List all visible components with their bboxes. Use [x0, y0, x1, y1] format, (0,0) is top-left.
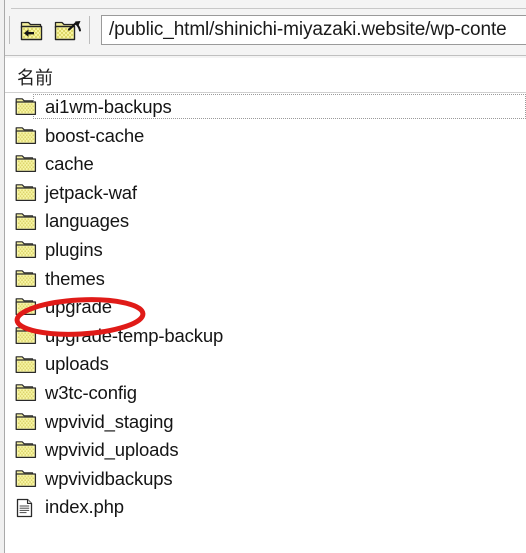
folder-icon — [15, 326, 37, 346]
file-list-row-label: cache — [45, 153, 94, 175]
folder-icon — [15, 297, 37, 317]
file-list-row[interactable]: boost-cache — [5, 122, 526, 151]
toolbar-separator-left — [9, 16, 10, 44]
file-list-row-label: jetpack-waf — [45, 181, 137, 203]
folder-icon — [15, 440, 37, 460]
folder-icon — [15, 154, 37, 174]
folder-icon — [15, 240, 37, 260]
file-list-row-label: wpvivid_uploads — [45, 439, 179, 461]
path-input-value: /public_html/shinichi-miyazaki.website/w… — [109, 19, 507, 40]
folder-icon — [15, 469, 37, 489]
path-input[interactable]: /public_html/shinichi-miyazaki.website/w… — [101, 15, 526, 45]
toolbar-separator-right — [89, 16, 90, 44]
file-list-row[interactable]: w3tc-config — [5, 379, 526, 408]
file-list-row-label: boost-cache — [45, 124, 145, 146]
file-list-row[interactable]: uploads — [5, 350, 526, 379]
file-list-row-label: upgrade — [45, 296, 112, 318]
folder-icon — [15, 355, 37, 375]
folder-icon — [15, 269, 37, 289]
file-list-row[interactable]: ai1wm-backups — [5, 93, 526, 122]
file-icon — [15, 498, 37, 518]
file-list-row-label: ai1wm-backups — [45, 96, 172, 118]
file-list-row-label: index.php — [45, 496, 124, 518]
file-list-row[interactable]: cache — [5, 150, 526, 179]
toolbar: /public_html/shinichi-miyazaki.website/w… — [5, 0, 526, 58]
folder-icon — [15, 412, 37, 432]
file-list-row[interactable]: wpvivid_uploads — [5, 436, 526, 465]
folder-icon — [15, 97, 37, 117]
file-list-row[interactable]: wpvivid_staging — [5, 408, 526, 437]
file-list-row-label: plugins — [45, 239, 103, 261]
file-list-row[interactable]: plugins — [5, 236, 526, 265]
file-list-row[interactable]: upgrade — [5, 293, 526, 322]
file-list-row[interactable]: upgrade-temp-backup — [5, 322, 526, 351]
file-list-row-label: wpvividbackups — [45, 467, 173, 489]
folder-icon — [15, 183, 37, 203]
column-header-name[interactable]: 名前 — [17, 64, 53, 90]
file-list-row[interactable]: jetpack-waf — [5, 179, 526, 208]
folder-icon — [15, 126, 37, 146]
file-list-row[interactable]: languages — [5, 207, 526, 236]
file-list-row-label: wpvivid_staging — [45, 410, 174, 432]
toolbar-bottom-divider — [5, 55, 526, 56]
column-header-row: 名前 — [5, 58, 526, 93]
folder-icon — [15, 383, 37, 403]
file-list-row-label: upgrade-temp-backup — [45, 324, 224, 346]
file-list-row[interactable]: index.php — [5, 493, 526, 522]
file-list-panel: 名前 ai1wm-backups boost-cache cache jetpack-… — [5, 58, 526, 553]
file-list-row-label: themes — [45, 267, 105, 289]
file-list-row[interactable]: wpvividbackups — [5, 465, 526, 494]
folder-new-icon — [54, 20, 82, 42]
file-list-row-label: uploads — [45, 353, 109, 375]
file-list-rows: ai1wm-backups boost-cache cache jetpack-waf… — [5, 93, 526, 522]
file-list-row[interactable]: themes — [5, 265, 526, 294]
new-folder-button[interactable] — [53, 19, 83, 43]
file-browser-window: /public_html/shinichi-miyazaki.website/w… — [0, 0, 526, 553]
file-list-row-label: w3tc-config — [45, 381, 137, 403]
file-list-row-label: languages — [45, 210, 130, 232]
folder-up-arrow-icon — [20, 21, 44, 42]
up-one-level-button[interactable] — [17, 19, 47, 43]
folder-icon — [15, 212, 37, 232]
toolbar-top-divider — [11, 8, 526, 9]
